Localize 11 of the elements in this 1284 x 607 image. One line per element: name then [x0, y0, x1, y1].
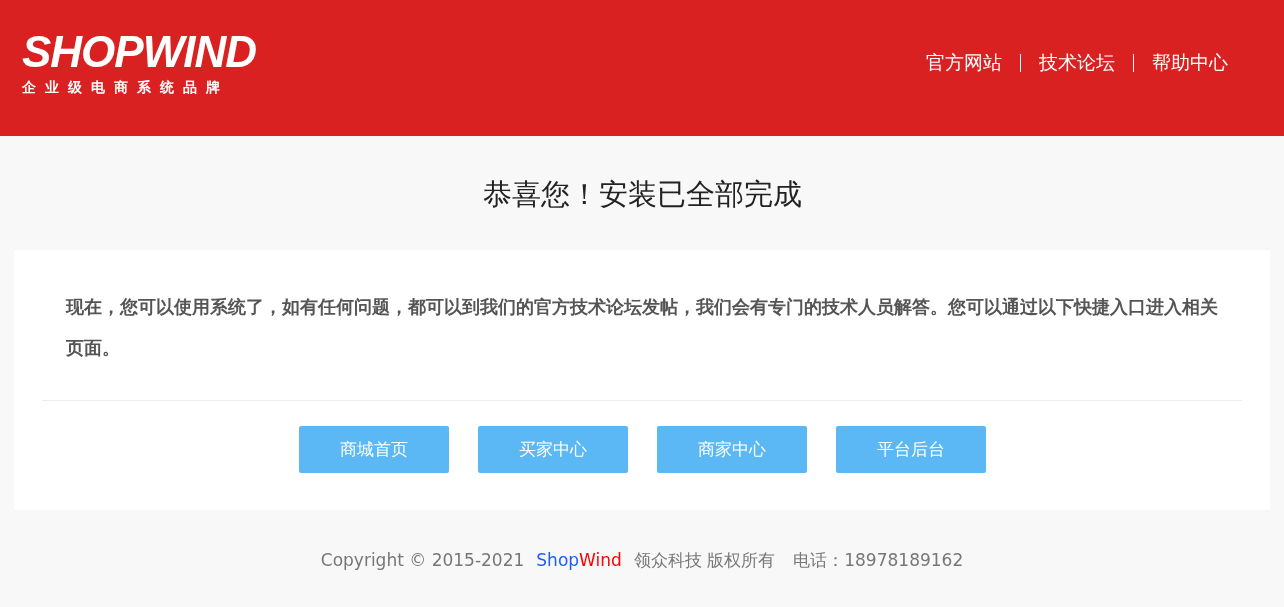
copyright-text: Copyright © 2015-2021	[320, 550, 525, 570]
nav-link[interactable]: 技术论坛	[1021, 50, 1133, 76]
logo-wordmark: SHOPWIND	[22, 29, 256, 75]
message-text: 现在，您可以使用系统了，如有任何问题，都可以到我们的官方技术论坛发帖，我们会有专门的技术人员解答。您可以通过以下快捷入口进入相关页面。	[64, 295, 1219, 360]
brand-link[interactable]: ShopWind	[536, 550, 622, 570]
phone-text: 电话：18978189162	[793, 548, 964, 572]
nav-link[interactable]: 官方网站	[908, 50, 1020, 76]
nav-link[interactable]: 帮助中心	[1134, 50, 1246, 76]
company-text: 领众科技 版权所有	[633, 548, 776, 572]
page-title: 恭喜您！安装已全部完成	[481, 176, 803, 213]
logo-tagline: 企业级电商系统品牌	[22, 79, 230, 97]
